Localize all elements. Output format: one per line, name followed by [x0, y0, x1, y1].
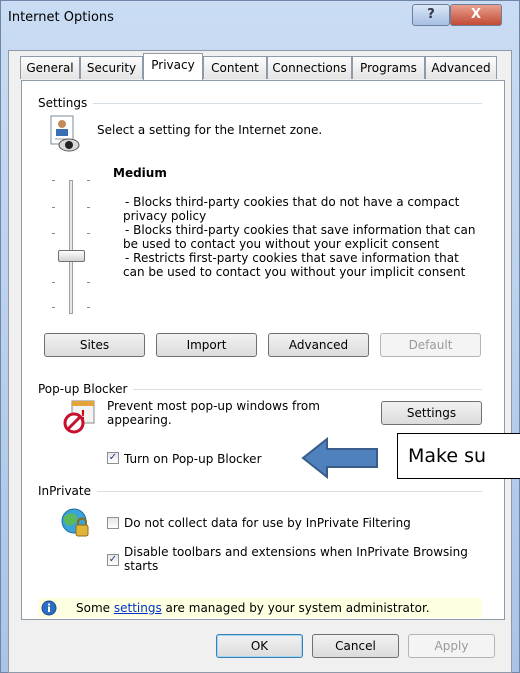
popup-blocker-checkbox[interactable]: ✓: [107, 452, 119, 464]
popup-blocker-checkbox-label[interactable]: Turn on Pop-up Blocker: [124, 452, 262, 466]
inprivate-filtering-checkbox[interactable]: [107, 517, 119, 529]
settings-group-label: Settings: [38, 96, 94, 110]
advanced-button[interactable]: Advanced: [268, 333, 369, 357]
disable-toolbars-label-line1[interactable]: Disable toolbars and extensions when InP…: [124, 545, 468, 559]
tab-security[interactable]: Security: [80, 56, 143, 79]
privacy-description-line: - Blocks third-party cookies that do not…: [125, 195, 460, 209]
slider-tick: [87, 180, 90, 181]
cancel-button[interactable]: Cancel: [312, 634, 399, 658]
inprivate-filtering-label[interactable]: Do not collect data for use by InPrivate…: [124, 516, 411, 530]
tab-general[interactable]: General: [20, 56, 80, 79]
apply-button[interactable]: Apply: [408, 634, 495, 658]
settings-instruction: Select a setting for the Internet zone.: [97, 123, 323, 137]
privacy-level-name: Medium: [113, 166, 167, 180]
privacy-description-line: - Blocks third-party cookies that save i…: [125, 223, 476, 237]
inprivate-group-label: InPrivate: [38, 484, 97, 498]
sites-button[interactable]: Sites: [44, 333, 145, 357]
slider-tick: [87, 307, 90, 308]
popup-settings-button[interactable]: Settings: [381, 401, 482, 425]
popup-description-line1: Prevent most pop-up windows from: [107, 399, 320, 413]
tab-programs[interactable]: Programs: [352, 56, 425, 79]
admin-info-text: Some settings are managed by your system…: [76, 601, 430, 615]
popup-group-label: Pop-up Blocker: [38, 382, 134, 396]
privacy-description-line: can be used to contact you without your …: [123, 265, 466, 279]
slider-tick: [87, 207, 90, 208]
help-button[interactable]: ?: [412, 4, 450, 26]
left-arrow-icon: [301, 436, 379, 480]
tab-content[interactable]: Content: [203, 56, 267, 79]
info-icon: [41, 600, 57, 616]
privacy-level-slider-track[interactable]: [69, 180, 73, 314]
close-button[interactable]: X: [450, 4, 502, 26]
slider-tick: [87, 282, 90, 283]
slider-tick: [52, 180, 55, 181]
privacy-description-line: be used to contact you without your expl…: [123, 237, 440, 251]
tab-privacy[interactable]: Privacy: [143, 53, 203, 80]
slider-tick: [52, 307, 55, 308]
slider-tick: [52, 207, 55, 208]
popup-description-line2: appearing.: [107, 413, 172, 427]
window-title: Internet Options: [8, 10, 114, 25]
settings-divider: [38, 103, 482, 104]
slider-tick: [52, 282, 55, 283]
ok-button[interactable]: OK: [216, 634, 303, 658]
tab-advanced[interactable]: Advanced: [425, 56, 497, 79]
slider-tick: [52, 233, 55, 234]
inprivate-divider: [38, 491, 482, 492]
popup-blocker-icon: !: [62, 399, 98, 435]
admin-info-prefix: Some: [76, 601, 114, 615]
title-bar[interactable]: Internet Options ? X: [0, 0, 520, 40]
disable-toolbars-label-line2[interactable]: starts: [124, 559, 158, 573]
privacy-level-slider-thumb[interactable]: [58, 250, 85, 262]
privacy-description-line: privacy policy: [123, 209, 207, 223]
settings-link[interactable]: settings: [114, 601, 162, 615]
disable-toolbars-checkbox[interactable]: ✓: [107, 554, 119, 566]
annotation-callout: Make su: [397, 433, 520, 479]
inprivate-icon: [58, 505, 94, 541]
tab-connections[interactable]: Connections: [267, 56, 352, 79]
default-button[interactable]: Default: [380, 333, 481, 357]
import-button[interactable]: Import: [156, 333, 257, 357]
privacy-description-line: - Restricts first-party cookies that sav…: [125, 251, 459, 265]
slider-tick: [87, 233, 90, 234]
admin-info-suffix: are managed by your system administrator…: [161, 601, 430, 615]
privacy-zone-icon: [45, 114, 85, 154]
